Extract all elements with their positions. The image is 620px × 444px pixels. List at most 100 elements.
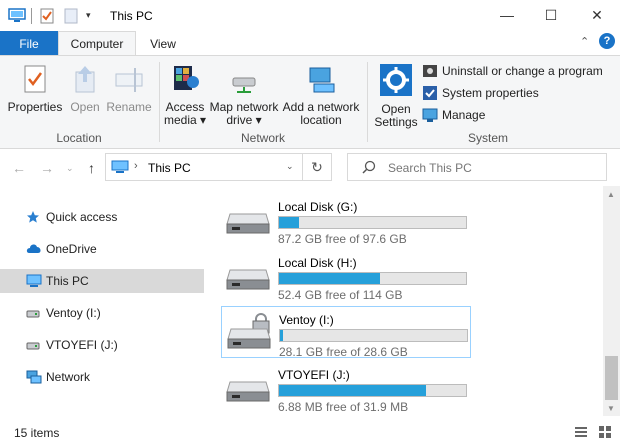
collapse-ribbon-icon[interactable]: ⌃ (580, 35, 589, 48)
network-location-icon (282, 64, 360, 97)
open-settings-button[interactable]: Open Settings (372, 64, 420, 129)
tab-view[interactable]: View (140, 31, 186, 56)
access-media-button[interactable]: Access media ▾ (162, 64, 208, 127)
system-properties-icon (423, 86, 437, 100)
refresh-icon: ↻ (311, 158, 323, 175)
navigation-pane: Quick access OneDrive This PC Ventoy (I:… (0, 186, 204, 416)
scroll-down-arrow-icon[interactable]: ▼ (607, 404, 615, 413)
drive-free-space: 87.2 GB free of 97.6 GB (278, 232, 407, 246)
search-box[interactable]: Search This PC (347, 153, 607, 181)
item-count: 15 items (14, 426, 60, 440)
rename-button[interactable]: Rename (106, 64, 152, 114)
drive-usage-fill (279, 217, 299, 228)
group-divider (367, 62, 368, 142)
map-network-drive-button[interactable]: Map network drive ▾ (208, 64, 280, 127)
properties-icon[interactable] (40, 8, 54, 27)
network-group-label: Network (240, 131, 285, 145)
add-network-location-button[interactable]: Add a network location (282, 64, 360, 127)
sidebar-item-quick-access[interactable]: Quick access (0, 205, 204, 229)
address-bar[interactable]: › This PC ⌄ (105, 153, 303, 181)
title-separator (31, 8, 32, 24)
location-group-label: Location (56, 131, 102, 145)
window-title: This PC (110, 9, 153, 23)
network-drive-icon (208, 64, 280, 97)
address-path[interactable]: This PC (148, 161, 191, 175)
drive-tile[interactable]: Local Disk (H:) 52.4 GB free of 114 GB (221, 250, 471, 302)
drive-icon (26, 306, 40, 323)
ribbon: Properties Open Rename Location Access m… (0, 55, 620, 149)
sidebar-item-this-pc[interactable]: This PC (0, 269, 204, 293)
maximize-button[interactable]: ☐ (528, 0, 574, 30)
minimize-button[interactable]: — (484, 0, 530, 30)
drive-free-space: 28.1 GB free of 28.6 GB (279, 345, 408, 359)
group-divider (159, 62, 160, 142)
drive-icon (26, 338, 40, 355)
drive-usage-bar (278, 216, 467, 229)
file-list: Local Disk (G:) 87.2 GB free of 97.6 GB … (205, 186, 603, 416)
vertical-scrollbar[interactable]: ▲ ▼ (603, 186, 620, 416)
drive-tile[interactable]: Local Disk (G:) 87.2 GB free of 97.6 GB (221, 194, 471, 246)
system-group-label: System (467, 131, 508, 145)
chevron-right-icon[interactable]: › (134, 160, 138, 172)
hard-drive-icon (226, 380, 270, 405)
title-bar: ▾ This PC — ☐ ✕ (0, 0, 620, 32)
hard-drive-icon (226, 268, 270, 293)
rename-icon (106, 64, 152, 97)
drive-name: Local Disk (G:) (278, 200, 358, 214)
large-icons-view-icon[interactable] (598, 425, 612, 439)
drive-tile[interactable]: VTOYEFI (J:) 6.88 MB free of 31.9 MB (221, 362, 471, 414)
open-button[interactable]: Open (66, 64, 104, 114)
drive-usage-fill (279, 273, 380, 284)
drive-usage-bar (278, 272, 467, 285)
navigation-bar: ← → ⌄ ↑ › This PC ⌄ ↻ Search This PC (0, 150, 620, 186)
back-arrow-icon[interactable]: ← (12, 160, 26, 176)
sidebar-item-vtoyefi[interactable]: VTOYEFI (J:) (0, 333, 204, 357)
drive-usage-bar (279, 329, 468, 342)
properties-icon (6, 64, 64, 97)
computer-icon (26, 274, 42, 291)
tab-file[interactable]: File (0, 31, 58, 56)
open-icon (66, 64, 104, 97)
drive-name: Local Disk (H:) (278, 256, 357, 270)
ribbon-tabs: File Computer View ⌃ (0, 31, 620, 56)
scroll-up-arrow-icon[interactable]: ▲ (607, 190, 615, 199)
manage-icon (422, 108, 438, 122)
tab-computer[interactable]: Computer (58, 31, 136, 56)
refresh-button[interactable]: ↻ (303, 153, 332, 181)
sidebar-item-ventoy[interactable]: Ventoy (I:) (0, 301, 204, 325)
new-folder-icon[interactable] (64, 8, 78, 27)
search-input[interactable]: Search This PC (388, 161, 472, 175)
hard-drive-icon (226, 212, 270, 237)
forward-arrow-icon[interactable]: → (40, 160, 54, 176)
manage-button[interactable]: Manage (422, 106, 485, 124)
up-arrow-icon[interactable]: ↑ (88, 160, 95, 176)
access-media-icon (162, 64, 208, 97)
details-view-icon[interactable] (574, 425, 588, 439)
help-button[interactable]: ? (599, 33, 615, 49)
uninstall-program-button[interactable]: Uninstall or change a program (422, 62, 603, 80)
computer-icon[interactable] (8, 8, 26, 27)
sidebar-item-onedrive[interactable]: OneDrive (0, 237, 204, 261)
locked-drive-icon (227, 311, 271, 352)
drive-usage-fill (280, 330, 284, 341)
network-icon (26, 370, 42, 387)
chevron-down-icon[interactable]: ⌄ (286, 161, 294, 172)
drive-tile[interactable]: Ventoy (I:) 28.1 GB free of 28.6 GB (221, 306, 471, 359)
cloud-icon (26, 242, 42, 259)
scrollbar-thumb[interactable] (605, 356, 618, 400)
customize-quick-access-icon[interactable]: ▾ (86, 10, 91, 21)
search-icon (362, 160, 376, 177)
drive-name: Ventoy (I:) (279, 313, 334, 327)
close-button[interactable]: ✕ (574, 0, 620, 30)
sidebar-item-network[interactable]: Network (0, 365, 204, 389)
drive-free-space: 52.4 GB free of 114 GB (278, 288, 403, 302)
system-properties-button[interactable]: System properties (422, 84, 539, 102)
recent-locations-icon[interactable]: ⌄ (66, 163, 74, 174)
gear-icon (372, 64, 420, 99)
uninstall-icon (423, 65, 437, 77)
drive-free-space: 6.88 MB free of 31.9 MB (278, 400, 409, 414)
drive-usage-bar (278, 384, 467, 397)
computer-icon (111, 160, 129, 177)
status-bar: 15 items (0, 420, 620, 444)
properties-button[interactable]: Properties (6, 64, 64, 114)
